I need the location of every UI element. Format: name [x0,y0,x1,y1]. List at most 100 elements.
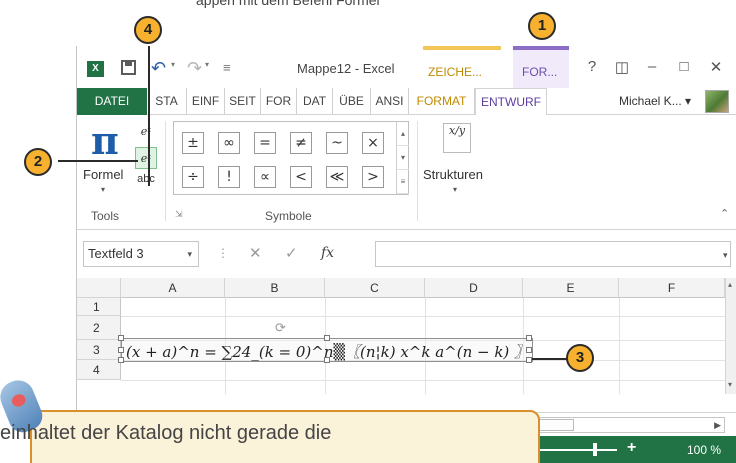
symbol-greater-than[interactable]: > [362,166,384,188]
callout-badge-3: 3 [566,344,594,372]
row-header[interactable]: 3 [77,340,121,360]
close-button[interactable]: ✕ [705,58,727,76]
chevron-down-icon[interactable]: ▾ [397,146,409,170]
gridline [121,316,725,317]
zoom-slider-thumb[interactable] [593,443,597,456]
symbol-much-less[interactable]: ≪ [326,166,348,188]
symbol-proportional[interactable]: ∝ [254,166,276,188]
collapse-ribbon-icon[interactable]: ⌃ [720,207,729,220]
callout-badge-2: 2 [24,148,52,176]
formula-bar: Textfeld 3 ▾ ⋮ ✕ ✓ fx ▾ [77,236,736,272]
symbol-less-than[interactable]: < [290,166,312,188]
row-header[interactable]: 2 [77,316,121,340]
column-header[interactable]: B [225,278,325,298]
rotate-handle-icon[interactable]: ⟳ [275,320,286,336]
formula-input[interactable] [375,241,731,267]
symbol-tilde[interactable]: ~ [326,132,348,154]
symbol-infinity[interactable]: ∞ [218,132,240,154]
chevron-down-icon[interactable]: ▾ [187,242,192,266]
resize-handle[interactable] [118,347,124,353]
select-all-button[interactable] [77,278,121,298]
group-separator [417,121,418,221]
fraction-icon[interactable]: x/y [443,123,471,153]
callout-leader [58,160,138,162]
chevron-up-icon[interactable]: ▴ [728,280,732,289]
formula-bar-splitter[interactable]: ⋮ [217,246,229,260]
row-header[interactable]: 1 [77,298,121,316]
formel-button-label[interactable]: Formel [83,167,123,182]
undo-button[interactable]: ↶ [151,58,166,78]
column-header[interactable]: D [425,278,523,298]
chevron-down-icon[interactable]: ▾ [728,380,732,389]
callout-leader [148,46,150,186]
user-account-menu[interactable]: Michael K... ▾ [619,88,691,115]
symbol-factorial[interactable]: ! [218,166,240,188]
undo-dropdown-icon[interactable]: ▾ [171,60,175,69]
name-box[interactable]: Textfeld 3 ▾ [83,241,199,267]
column-header[interactable]: A [121,278,225,298]
professional-format-button[interactable]: eˣ [135,121,157,143]
excel-app-icon: X [87,61,104,77]
help-button[interactable]: ? [581,58,603,75]
maximize-button[interactable]: □ [673,58,695,75]
tab-format[interactable]: FORMAT [409,88,475,115]
context-tab-zeichentools[interactable]: ZEICHE... [423,46,501,88]
tab-ansicht[interactable]: ANSI [371,88,409,115]
pi-icon[interactable]: π [91,121,119,161]
tab-entwurf[interactable]: ENTWURF [475,88,547,116]
minimize-button[interactable]: – [641,58,663,75]
dialog-launcher-icon[interactable]: ⇲ [175,209,183,220]
column-header[interactable]: C [325,278,425,298]
ribbon-display-options-icon[interactable]: ◫ [611,58,633,76]
resize-handle[interactable] [324,357,330,363]
tab-daten[interactable]: DAT [297,88,333,115]
column-header[interactable]: E [523,278,619,298]
worksheet-grid[interactable]: A B C D E F 1 2 3 4 ▴ ▾ ⟳ (x + a)^n = ∑2… [77,278,736,414]
symbol-gallery-scroll[interactable]: ▴ ▾ ≡ [396,122,409,194]
equation-textbox[interactable]: (x + a)^n = ∑24_(k = 0)^n▒〖(n¦k) x^k a^(… [118,335,533,363]
vertical-scrollbar[interactable]: ▴ ▾ [725,278,736,394]
context-tab-label: ZEICHE... [428,65,483,79]
symbol-equals[interactable]: = [254,132,276,154]
cancel-entry-button[interactable]: ✕ [249,244,262,262]
tab-seitenlayout[interactable]: SEIT [225,88,261,115]
tab-einfuegen[interactable]: EINF [187,88,225,115]
chevron-down-icon[interactable]: ▾ [453,185,457,194]
zoom-level[interactable]: 100 % [687,443,721,457]
resize-handle[interactable] [118,357,124,363]
gallery-more-icon[interactable]: ≡ [397,170,409,194]
context-tab-formeltools[interactable]: FOR... [513,46,569,88]
tab-ueberpruefen[interactable]: ÜBE [333,88,371,115]
column-header[interactable]: F [619,278,725,298]
symbol-not-equal[interactable]: ≠ [290,132,312,154]
symbol-divide[interactable]: ÷ [182,166,204,188]
window-title: Mappe12 - Excel [297,61,395,76]
resize-handle[interactable] [526,335,532,341]
linear-format-button[interactable]: eˣ [135,147,157,169]
redo-button[interactable]: ↷ [187,58,202,78]
strukturen-button-label[interactable]: Strukturen [423,167,483,182]
symbol-plus-minus[interactable]: ± [182,132,204,154]
expand-formula-bar-icon[interactable]: ▾ [723,250,728,261]
tab-datei[interactable]: DATEI [77,88,147,115]
row-header[interactable]: 4 [77,360,121,380]
avatar[interactable] [705,90,729,113]
customize-qat-button[interactable]: ≡ [223,58,231,78]
tab-formeln[interactable]: FOR [261,88,297,115]
redo-dropdown-icon[interactable]: ▾ [205,60,209,69]
chevron-up-icon[interactable]: ▴ [397,122,409,146]
chevron-down-icon[interactable]: ▾ [101,185,105,194]
insert-function-button[interactable]: fx [321,245,334,261]
symbol-times[interactable]: × [362,132,384,154]
confirm-entry-button[interactable]: ✓ [285,244,298,262]
ribbon-entwurf: π Formel ▾ eˣ eˣ abc Tools ⇲ ± ∞ = ≠ ~ ×… [77,115,736,230]
tab-start[interactable]: STA [147,88,187,115]
resize-handle[interactable] [118,335,124,341]
zoom-in-button[interactable]: + [627,439,636,457]
normal-text-button[interactable]: abc [135,173,157,195]
resize-handle[interactable] [526,347,532,353]
chevron-right-icon[interactable]: ▶ [714,418,721,432]
title-bar: X ↶ ▾ ↷ ▾ ≡ Mappe12 - Excel ZEICHE... FO… [77,46,736,88]
resize-handle[interactable] [324,335,330,341]
save-button[interactable] [121,58,139,78]
